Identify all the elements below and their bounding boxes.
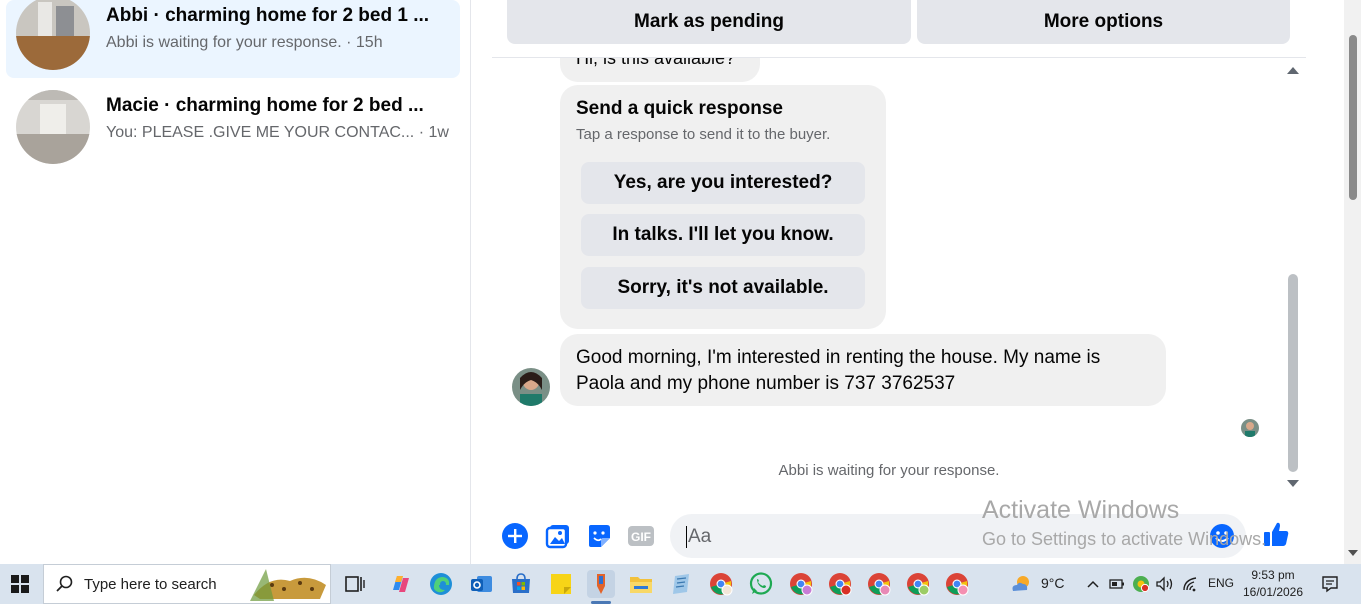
notepad-icon[interactable] xyxy=(667,570,695,598)
plus-icon[interactable] xyxy=(501,522,529,550)
show-hidden-icons-chevron-icon[interactable] xyxy=(1082,570,1104,598)
sender-avatar[interactable] xyxy=(512,368,550,406)
chat-scrollbar[interactable] xyxy=(1284,62,1299,494)
battery-icon[interactable] xyxy=(1106,570,1128,598)
microsoft-store-icon[interactable] xyxy=(507,570,535,598)
scroll-down-arrow-icon[interactable] xyxy=(1287,480,1299,487)
chrome-profile-2-icon[interactable] xyxy=(787,570,815,598)
photo-icon[interactable] xyxy=(544,522,572,550)
listing-thumbnail xyxy=(16,0,90,70)
copilot-icon[interactable] xyxy=(387,570,415,598)
file-explorer-icon[interactable] xyxy=(627,570,655,598)
mark-as-pending-button[interactable]: Mark as pending xyxy=(507,0,911,44)
weather-temperature[interactable]: 9°C xyxy=(1041,575,1065,591)
chrome-profile-6-icon[interactable] xyxy=(943,570,971,598)
quick-response-subtitle: Tap a response to send it to the buyer. xyxy=(576,126,831,143)
message-input[interactable]: Aa xyxy=(670,514,1246,558)
message-input-placeholder: Aa xyxy=(688,526,712,547)
svg-text:GIF: GIF xyxy=(631,530,651,544)
task-view-icon[interactable] xyxy=(341,570,369,598)
quick-response-title: Send a quick response xyxy=(576,98,783,119)
conversation-title: Abbi · charming home for 2 bed 1 ... xyxy=(106,5,430,26)
chrome-profile-5-icon[interactable] xyxy=(904,570,932,598)
weather-icon[interactable] xyxy=(1007,570,1035,598)
windows-taskbar: Type here to search 9°C ENG 9:53 pm 16/0… xyxy=(0,564,1361,604)
gif-icon[interactable]: GIF xyxy=(627,522,655,550)
whatsapp-icon[interactable] xyxy=(747,570,775,598)
chrome-profile-4-icon[interactable] xyxy=(865,570,893,598)
volume-icon[interactable] xyxy=(1154,570,1176,598)
taskbar-search-box[interactable]: Type here to search xyxy=(43,564,331,604)
listing-thumbnail xyxy=(16,90,90,164)
waiting-status-text: Abbi is waiting for your response. xyxy=(778,462,1000,479)
scroll-up-arrow-icon[interactable] xyxy=(1287,67,1299,74)
search-highlight-image-icon xyxy=(250,565,330,608)
conversation-list: Abbi · charming home for 2 bed 1 ... Abb… xyxy=(0,0,471,564)
quick-response-in-talks-button[interactable]: In talks. I'll let you know. xyxy=(581,214,865,256)
edge-browser-icon[interactable] xyxy=(427,570,455,598)
chat-panel: Mark as pending More options Hi, is this… xyxy=(492,0,1306,564)
quick-response-card: Send a quick response Tap a response to … xyxy=(560,85,886,329)
chrome-profile-3-icon[interactable] xyxy=(826,570,854,598)
wifi-icon[interactable] xyxy=(1180,570,1202,598)
thumbs-up-icon[interactable] xyxy=(1262,520,1290,548)
page-scrollbar-thumb[interactable] xyxy=(1349,35,1357,200)
seen-indicator-avatar xyxy=(1241,419,1259,437)
conversation-snippet: You: PLEASE .GIVE ME YOUR CONTAC... · 1w xyxy=(106,124,449,141)
conversation-snippet: Abbi is waiting for your response. · 15h xyxy=(106,34,383,51)
page-scrollbar[interactable] xyxy=(1344,0,1361,564)
conversation-title: Macie · charming home for 2 bed ... xyxy=(106,95,424,116)
notification-center-icon[interactable] xyxy=(1316,570,1344,598)
text-caret xyxy=(686,526,687,548)
chat-action-bar: Mark as pending More options xyxy=(492,0,1306,58)
outlook-icon[interactable] xyxy=(467,570,495,598)
chrome-profile-1-icon[interactable] xyxy=(707,570,735,598)
chat-scrollbar-thumb[interactable] xyxy=(1288,274,1298,472)
page-scroll-down-arrow-icon[interactable] xyxy=(1348,550,1358,556)
clock-date: 16/01/2026 xyxy=(1242,585,1304,599)
emoji-icon[interactable] xyxy=(1208,522,1236,550)
search-icon xyxy=(56,575,74,598)
chrome-tray-icon[interactable] xyxy=(1130,570,1152,598)
input-language-indicator[interactable]: ENG xyxy=(1208,576,1234,590)
conversation-item-abbi[interactable]: Abbi · charming home for 2 bed 1 ... Abb… xyxy=(6,0,460,78)
conversation-item-macie[interactable]: Macie · charming home for 2 bed ... You:… xyxy=(6,90,460,168)
sticker-icon[interactable] xyxy=(585,522,613,550)
more-options-button[interactable]: More options xyxy=(917,0,1290,44)
quick-response-yes-button[interactable]: Yes, are you interested? xyxy=(581,162,865,204)
clock-time: 9:53 pm xyxy=(1251,568,1295,582)
taskbar-clock[interactable]: 9:53 pm 16/01/2026 xyxy=(1240,567,1306,601)
sticky-notes-icon[interactable] xyxy=(547,570,575,598)
taskbar-search-placeholder: Type here to search xyxy=(84,576,217,593)
quick-response-not-available-button[interactable]: Sorry, it's not available. xyxy=(581,267,865,309)
message-composer: GIF Aa xyxy=(492,506,1306,564)
incoming-message-bubble: Good morning, I'm interested in renting … xyxy=(560,334,1166,406)
windows-start-icon[interactable] xyxy=(0,564,40,604)
incoming-message-text: Good morning, I'm interested in renting … xyxy=(576,347,1101,394)
active-app-icon[interactable] xyxy=(587,570,615,604)
